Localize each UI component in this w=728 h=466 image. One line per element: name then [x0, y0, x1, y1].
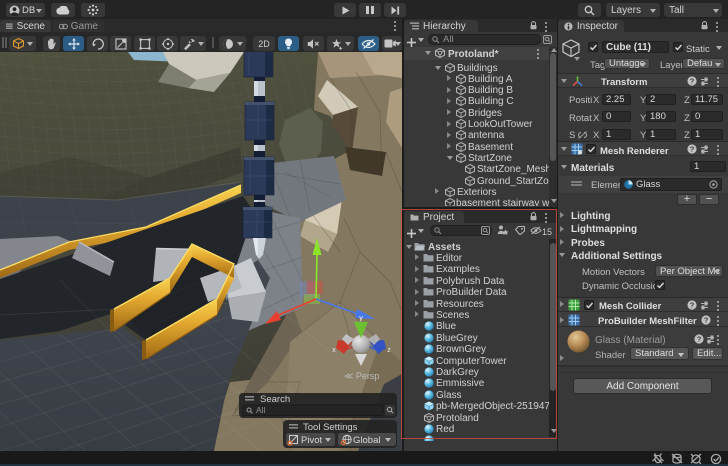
svg-text:?: ? — [690, 300, 695, 309]
svg-text:?: ? — [690, 144, 695, 153]
svg-text:?: ? — [697, 335, 702, 344]
svg-text:?: ? — [690, 77, 695, 86]
svg-text:?: ? — [704, 316, 709, 325]
